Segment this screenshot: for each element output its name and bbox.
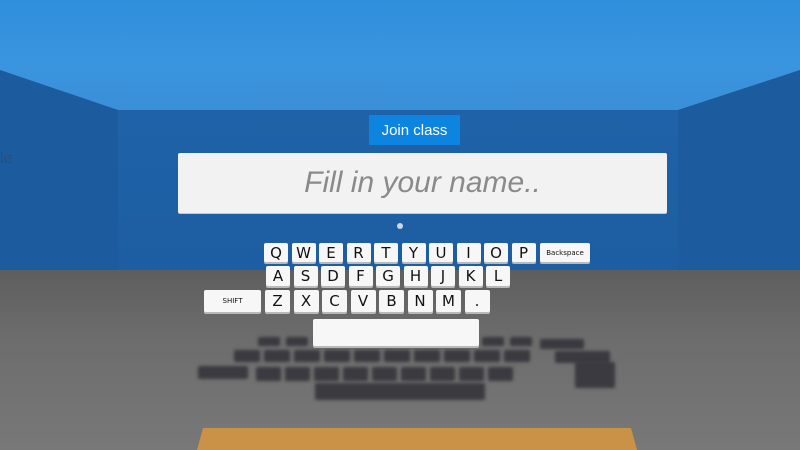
keyboard-shadow-block	[234, 350, 260, 362]
keyboard-shadow-block	[401, 367, 426, 381]
keyboard-shadow-block	[198, 366, 248, 379]
key-i[interactable]: I	[456, 243, 481, 262]
key-a[interactable]: A	[266, 266, 290, 286]
keyboard-shadow-block	[286, 337, 308, 346]
keyboard-shadow-block	[444, 350, 470, 362]
key-d[interactable]: D	[321, 266, 345, 286]
key-t[interactable]: T	[374, 243, 398, 262]
keyboard-shadow-block	[540, 339, 584, 349]
gaze-cursor-icon	[397, 223, 403, 229]
table-top	[197, 428, 637, 450]
keyboard-shadow-block	[504, 350, 530, 362]
join-class-button[interactable]: Join class	[369, 115, 460, 145]
key-p[interactable]: P	[511, 243, 536, 262]
keyboard-shadow-block	[343, 367, 368, 381]
key-period[interactable]: .	[464, 290, 490, 312]
backspace-key[interactable]: Backspace	[540, 243, 590, 262]
key-w[interactable]: W	[291, 243, 316, 262]
key-g[interactable]: G	[376, 266, 400, 286]
keyboard-shadow-block	[314, 367, 339, 381]
key-k[interactable]: K	[458, 266, 483, 286]
space-key[interactable]	[313, 319, 479, 346]
key-n[interactable]: N	[407, 290, 433, 312]
key-r[interactable]: R	[346, 243, 371, 262]
keyboard-shadow-block	[474, 350, 500, 362]
key-e[interactable]: E	[319, 243, 343, 262]
keyboard-shadow-block	[384, 350, 410, 362]
key-v[interactable]: V	[350, 290, 376, 312]
key-h[interactable]: H	[403, 266, 428, 286]
key-s[interactable]: S	[293, 266, 318, 286]
keyboard-shadow-block	[264, 350, 290, 362]
keyboard-shadow-block	[488, 367, 513, 381]
keyboard-shadow-block	[459, 367, 484, 381]
keyboard-shadow-block	[575, 362, 615, 388]
key-f[interactable]: F	[348, 266, 373, 286]
keyboard-shadow-block	[294, 350, 320, 362]
key-j[interactable]: J	[431, 266, 455, 286]
key-o[interactable]: O	[484, 243, 508, 262]
keyboard-shadow-block	[285, 367, 310, 381]
key-q[interactable]: Q	[264, 243, 288, 262]
keyboard-shadow-block	[510, 337, 532, 346]
key-c[interactable]: C	[322, 290, 347, 312]
keyboard-shadow-block	[354, 350, 380, 362]
name-input[interactable]: Fill in your name..	[178, 153, 667, 213]
key-z[interactable]: Z	[265, 290, 290, 312]
keyboard-shadow-block	[414, 350, 440, 362]
key-b[interactable]: B	[379, 290, 404, 312]
key-y[interactable]: Y	[401, 243, 426, 262]
keyboard-shadow-block	[430, 367, 455, 381]
key-x[interactable]: X	[293, 290, 319, 312]
keyboard-shadow-block	[258, 337, 280, 346]
keyboard-shadow-block	[372, 367, 397, 381]
shift-key[interactable]: SHIFT	[204, 290, 261, 312]
name-input-placeholder: Fill in your name..	[304, 166, 541, 199]
keyboard-shadow-block	[482, 337, 504, 346]
keyboard-shadow-block	[315, 383, 485, 400]
ceiling	[0, 0, 800, 110]
key-u[interactable]: U	[429, 243, 453, 262]
key-l[interactable]: L	[486, 266, 510, 286]
left-wall-text: le	[0, 150, 13, 167]
keyboard-shadow-block	[256, 367, 281, 381]
keyboard-shadow-block	[324, 350, 350, 362]
key-m[interactable]: M	[436, 290, 461, 312]
